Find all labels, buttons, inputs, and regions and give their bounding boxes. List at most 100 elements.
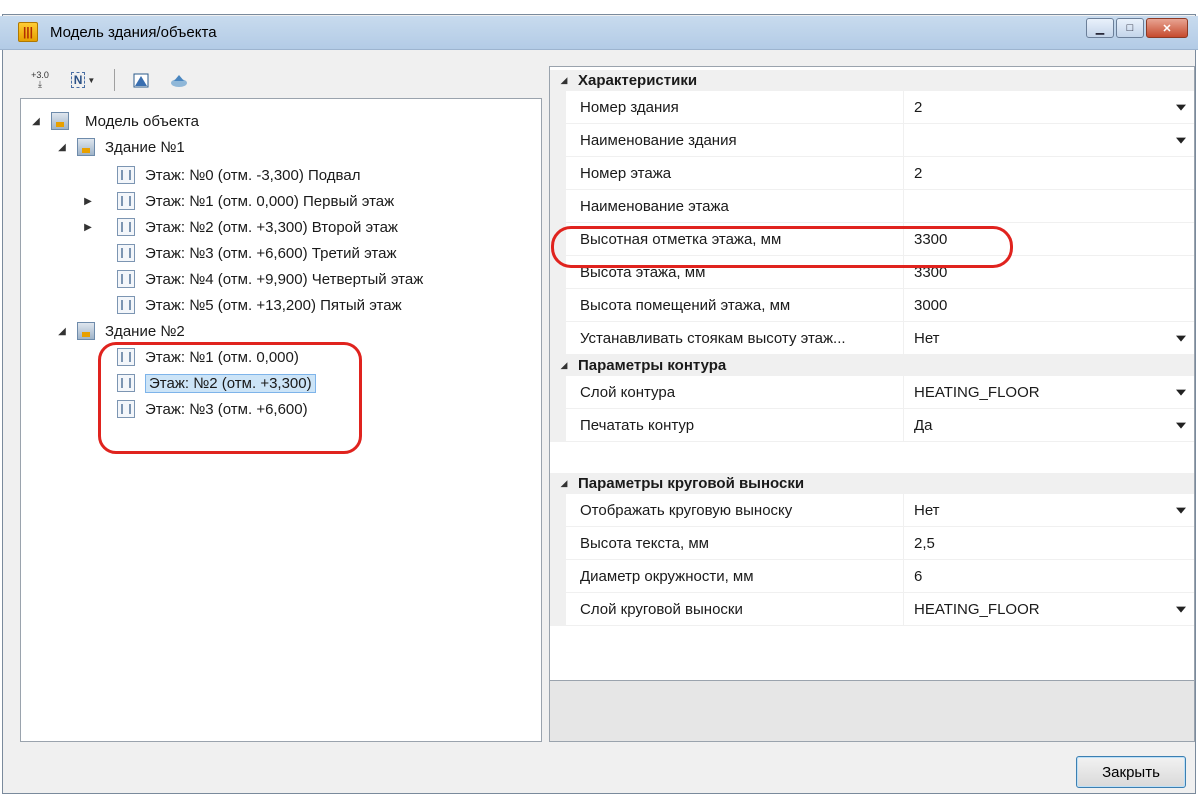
property-value[interactable] [904,190,1194,222]
building-icon [77,322,95,340]
collapse-arrow-icon[interactable]: ◢ [550,478,578,489]
annotation-circle-tree [98,342,362,454]
property-value[interactable] [904,124,1194,156]
tree-floor[interactable]: Этаж: №3 (отм. +6,600) Третий этаж [117,241,396,265]
tree-root-label: Модель объекта [85,112,199,130]
property-value[interactable]: HEATING_FLOOR [904,376,1194,408]
floor-label: Этаж: №2 (отм. +3,300) Второй этаж [145,218,398,236]
category-header[interactable]: ◢ Характеристики [550,70,1194,91]
elevation-icon[interactable]: +3.0 ⤓ [28,69,52,91]
property-name: Номер здания [566,91,904,123]
expand-arrow-icon[interactable]: ▶ [81,196,95,207]
dropdown-arrow-icon[interactable] [1176,507,1186,514]
property-row[interactable]: Диаметр окружности, мм 6 [550,560,1194,593]
tree-floor[interactable]: Этаж: №4 (отм. +9,900) Четвертый этаж [117,267,423,291]
floor-label: Этаж: №3 (отм. +6,600) Третий этаж [145,244,397,262]
category-label: Параметры круговой выноски [578,475,805,492]
collapse-arrow-icon[interactable]: ◢ [550,360,578,371]
category-header[interactable]: ◢ Параметры контура [550,355,1194,376]
maximize-button[interactable]: □ [1116,18,1144,38]
dropdown-arrow-icon[interactable] [1176,335,1186,342]
window-title: Модель здания/объекта [50,24,217,41]
collapse-arrow-icon[interactable]: ◢ [550,75,578,86]
value-text: 2 [914,164,923,182]
dropdown-arrow-icon[interactable] [1176,389,1186,396]
dropdown-arrow-icon[interactable] [1176,606,1186,613]
value-text: 2 [914,98,923,116]
value-text: Нет [914,501,940,519]
property-row[interactable]: Наименование здания [550,124,1194,157]
row-gutter [550,157,566,189]
tree-floor[interactable]: ▶ Этаж: №2 (отм. +3,300) Второй этаж [81,215,398,239]
property-row[interactable]: Номер здания 2 [550,91,1194,124]
property-value[interactable]: 3000 [904,289,1194,321]
collapse-arrow-icon[interactable]: ◢ [55,142,69,153]
tree-building-2[interactable]: ◢ Здание №2 [55,319,185,343]
numbering-dropdown-button[interactable]: N ▼ [66,69,100,91]
property-row[interactable]: Устанавливать стоякам высоту этаж... Нет [550,322,1194,355]
property-name: Наименование здания [566,124,904,156]
building-label: Здание №2 [105,322,185,340]
tree-floor[interactable]: Этаж: №5 (отм. +13,200) Пятый этаж [117,293,402,317]
row-gutter [550,560,566,592]
window-controls: ▁ □ ✕ [1086,18,1188,38]
collapse-arrow-icon[interactable]: ◢ [55,326,69,337]
floor-icon [117,218,135,236]
tree-root[interactable]: ◢ Модель объекта [29,109,199,133]
floor-label: Этаж: №5 (отм. +13,200) Пятый этаж [145,296,402,314]
value-text: HEATING_FLOOR [914,600,1040,618]
minimize-button[interactable]: ▁ [1086,18,1114,38]
toolbar: +3.0 ⤓ N ▼ [28,66,191,94]
numbering-icon: N [70,72,86,88]
property-value[interactable]: Нет [904,322,1194,354]
tree-floor[interactable]: Этаж: №0 (отм. -3,300) Подвал [117,163,360,187]
building-model-icon[interactable] [129,69,153,91]
property-value[interactable]: 2,5 [904,527,1194,559]
property-value[interactable]: 6 [904,560,1194,592]
floor-label: Этаж: №0 (отм. -3,300) Подвал [145,166,361,184]
property-value[interactable]: Да [904,409,1194,441]
property-value[interactable]: 2 [904,157,1194,189]
view-3d-icon[interactable] [167,69,191,91]
expand-arrow-icon[interactable]: ▶ [81,222,95,233]
property-value[interactable]: HEATING_FLOOR [904,593,1194,625]
dropdown-arrow-icon[interactable] [1176,422,1186,429]
property-row[interactable]: Наименование этажа [550,190,1194,223]
dropdown-arrow-icon: ▼ [87,75,96,85]
property-value[interactable]: Нет [904,494,1194,526]
value-text: 2,5 [914,534,935,552]
row-gutter [550,124,566,156]
property-name: Устанавливать стоякам высоту этаж... [566,322,904,354]
property-row[interactable]: Номер этажа 2 [550,157,1194,190]
floor-label: Этаж: №1 (отм. 0,000) Первый этаж [145,192,395,210]
property-row[interactable]: Высота помещений этажа, мм 3000 [550,289,1194,322]
row-gutter [550,190,566,222]
property-row[interactable]: Высота текста, мм 2,5 [550,527,1194,560]
row-gutter [550,527,566,559]
property-row[interactable]: Слой контура HEATING_FLOOR [550,376,1194,409]
row-gutter [550,376,566,408]
floor-icon [117,296,135,314]
close-window-button[interactable]: ✕ [1146,18,1188,38]
tree-floor[interactable]: ▶ Этаж: №1 (отм. 0,000) Первый этаж [81,189,394,213]
close-button[interactable]: Закрыть [1076,756,1186,788]
property-row[interactable]: Отображать круговую выноску Нет [550,494,1194,527]
property-name: Печатать контур [566,409,904,441]
category-label: Характеристики [578,72,698,89]
property-value[interactable]: 2 [904,91,1194,123]
building-label: Здание №1 [105,138,185,156]
property-row[interactable]: Печатать контур Да [550,409,1194,442]
dropdown-arrow-icon[interactable] [1176,137,1186,144]
property-grid: ◢ Характеристики Номер здания 2 Наименов… [549,66,1195,700]
property-name: Слой контура [566,376,904,408]
row-gutter [550,409,566,441]
tree-building-1[interactable]: ◢ Здание №1 [55,135,185,159]
collapse-arrow-icon[interactable]: ◢ [29,116,43,127]
property-name: Высота помещений этажа, мм [566,289,904,321]
category-header[interactable]: ◢ Параметры круговой выноски [550,473,1194,494]
property-name: Отображать круговую выноску [566,494,904,526]
dropdown-arrow-icon[interactable] [1176,104,1186,111]
row-gutter [550,593,566,625]
property-row[interactable]: Слой круговой выноски HEATING_FLOOR [550,593,1194,626]
floor-icon [117,166,135,184]
